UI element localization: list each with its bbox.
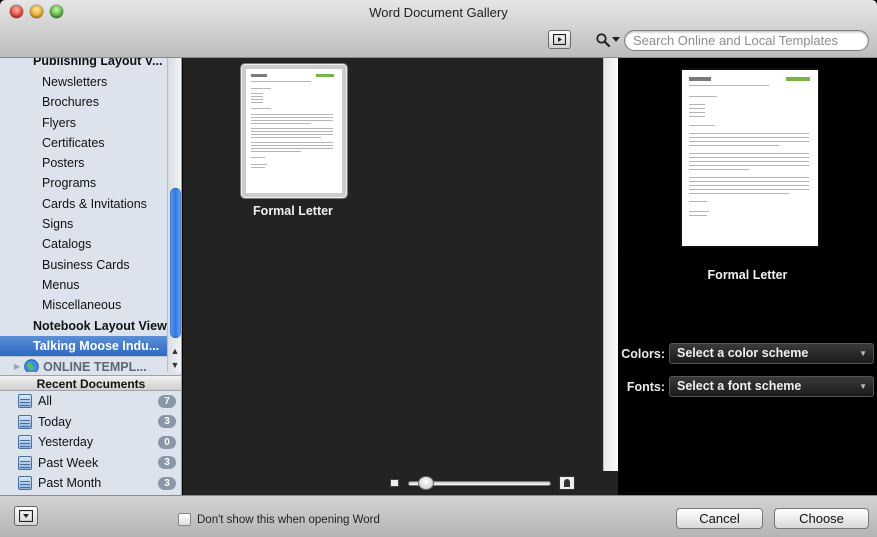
template-thumbnail-formal-letter[interactable] [241,64,347,198]
category-catalogs[interactable]: Catalogs [0,234,167,254]
dropdown-arrow-icon: ▼ [859,349,867,358]
recent-item-past-week[interactable]: Past Week 3 [0,453,181,474]
online-templates-label: ONLINE TEMPL... [43,359,147,372]
category-newsletters[interactable]: Newsletters [0,72,167,92]
scroll-up-arrow-icon[interactable]: ▲ [168,344,181,358]
category-menus[interactable]: Menus [0,275,167,295]
choose-button[interactable]: Choose [774,508,869,529]
template-preview-image [682,70,818,246]
category-posters[interactable]: Posters [0,153,167,173]
document-thumbnail-image [246,69,342,193]
magnifier-icon [596,33,611,48]
count-badge: 0 [158,435,176,449]
category-certificates[interactable]: Certificates [0,133,167,153]
preview-pane: Formal Letter Colors: Select a color sch… [618,58,877,495]
preview-toggle-button[interactable] [548,30,571,49]
recent-documents-section: Recent Documents All 7 Today 3 Yesterday… [0,375,181,495]
window-title: Word Document Gallery [369,5,508,20]
calendar-icon [18,414,32,429]
color-scheme-value: Select a color scheme [677,346,809,360]
colors-label: Colors: [621,347,665,361]
dropdown-arrow-icon: ▼ [859,382,867,391]
font-scheme-value: Select a font scheme [677,379,802,393]
template-search [593,30,869,51]
preview-template-name: Formal Letter [707,268,788,282]
search-input[interactable] [633,33,861,48]
dont-show-checkbox-row[interactable]: Don't show this when opening Word [178,513,380,526]
recent-item-yesterday[interactable]: Yesterday 0 [0,432,181,453]
search-field-container [624,30,869,51]
fonts-label: Fonts: [626,380,665,394]
category-signs[interactable]: Signs [0,214,167,234]
category-miscellaneous[interactable]: Miscellaneous [0,295,167,315]
calendar-icon [18,476,32,491]
count-badge: 3 [158,476,176,490]
disclosure-triangle-icon[interactable]: ▶ [14,357,20,372]
gallery-scrollbar[interactable] [603,58,618,471]
recent-documents-header: Recent Documents [0,375,181,391]
recent-item-past-month[interactable]: Past Month 3 [0,473,181,494]
calendar-icon [18,455,32,470]
collapse-down-icon [19,510,33,522]
category-online-templates[interactable]: ▶ ONLINE TEMPL... [0,356,167,372]
thumbnail-size-slider-knob[interactable] [418,476,434,490]
search-options-button[interactable] [595,31,623,49]
title-toolbar: Word Document Gallery [0,0,877,58]
category-list: Publishing Layout V... Newsletters Broch… [0,58,167,372]
count-badge: 3 [158,415,176,429]
category-sidebar: Publishing Layout V... Newsletters Broch… [0,58,182,495]
category-programs[interactable]: Programs [0,173,167,193]
category-talking-moose-selected[interactable]: Talking Moose Indu... [0,335,167,357]
recent-item-all[interactable]: All 7 [0,391,181,412]
large-thumbnail-icon[interactable] [559,476,575,490]
recent-item-today[interactable]: Today 3 [0,412,181,433]
category-cards-invitations[interactable]: Cards & Invitations [0,194,167,214]
category-notebook-layout-view[interactable]: Notebook Layout View [0,316,167,336]
category-header-publishing-layout[interactable]: Publishing Layout V... [0,58,167,72]
collapse-dialog-button[interactable] [14,506,38,526]
category-brochures[interactable]: Brochures [0,92,167,112]
dont-show-label: Don't show this when opening Word [197,513,380,526]
recent-item-label: Past Week [38,455,99,470]
calendar-icon [18,394,32,409]
color-scheme-dropdown[interactable]: Select a color scheme ▼ [669,343,874,364]
calendar-icon [18,435,32,450]
thumbnail-zoom-bar [183,471,618,495]
play-square-icon [553,34,566,45]
category-scroll-thumb[interactable] [170,188,181,338]
globe-icon [24,359,39,372]
count-badge: 7 [158,394,176,408]
category-flyers[interactable]: Flyers [0,113,167,133]
recent-item-label: Past Month [38,476,102,491]
bottom-bar: Don't show this when opening Word Cancel… [0,495,877,537]
template-label: Formal Letter [253,204,333,218]
count-badge: 3 [158,456,176,470]
recent-item-label: Today [38,414,72,429]
recent-item-label: All [38,394,52,409]
cancel-button[interactable]: Cancel [676,508,763,529]
dropdown-arrow-icon [612,37,620,42]
template-gallery: Formal Letter [183,58,603,471]
scroll-down-arrow-icon[interactable]: ▼ [168,358,181,372]
recent-item-label: Yesterday [38,435,94,450]
dont-show-checkbox[interactable] [178,513,191,526]
font-scheme-dropdown[interactable]: Select a font scheme ▼ [669,376,874,397]
word-document-gallery-window: Word Document Gallery Search Online and … [0,0,877,537]
category-business-cards[interactable]: Business Cards [0,255,167,275]
small-thumbnail-icon[interactable] [390,479,399,487]
category-scrollbar[interactable]: ▲ ▼ [167,58,181,372]
